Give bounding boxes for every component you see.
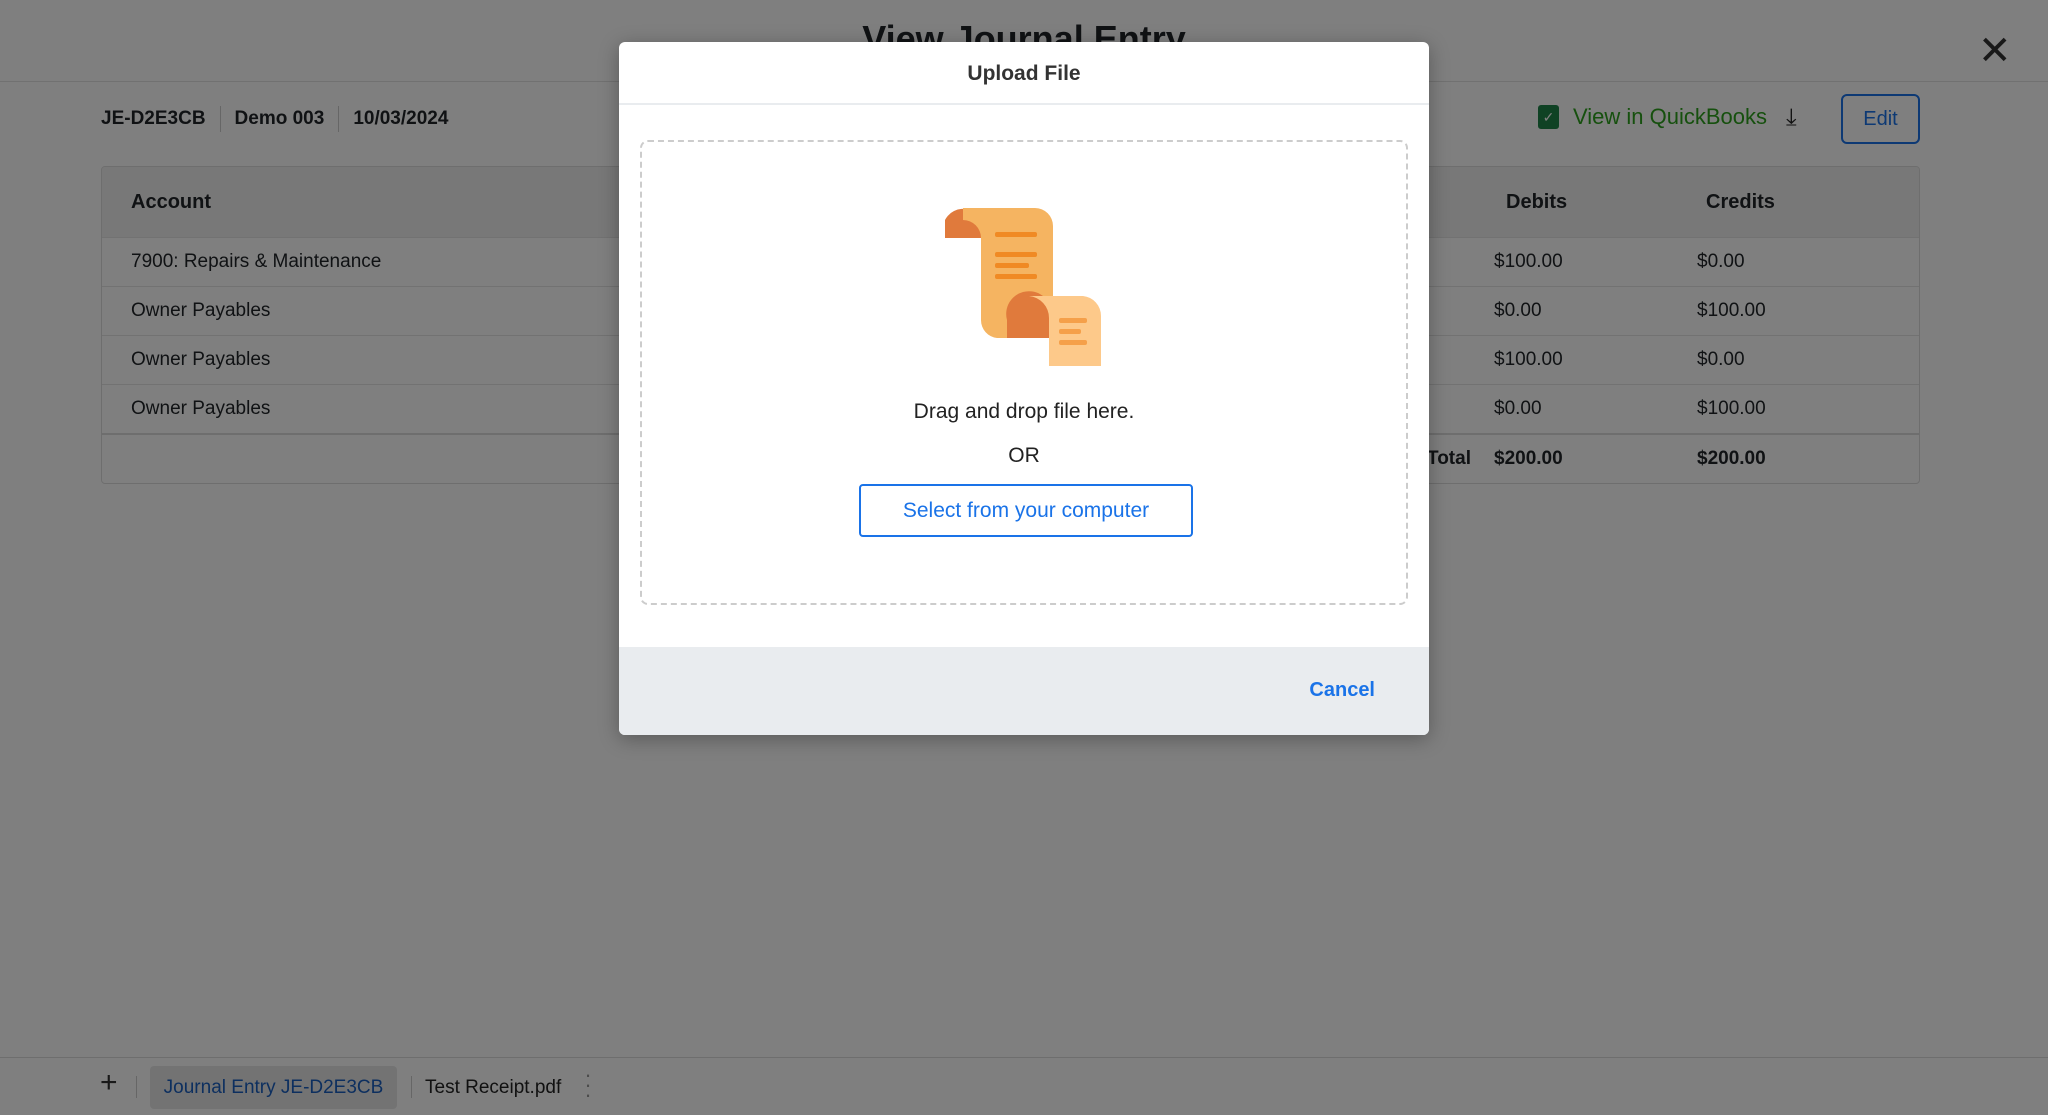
cancel-button[interactable]: Cancel <box>1309 679 1375 702</box>
modal-footer: Cancel <box>619 647 1429 735</box>
select-file-button[interactable]: Select from your computer <box>859 484 1193 537</box>
upload-file-modal: Upload File Drag and drop file here. OR … <box>619 42 1429 735</box>
file-drop-zone[interactable]: Drag and drop file here. OR Select from … <box>640 140 1408 605</box>
modal-title: Upload File <box>619 42 1429 105</box>
drop-instructions: Drag and drop file here. <box>913 400 1135 423</box>
scroll-document-icon <box>945 208 1102 366</box>
or-separator: OR <box>1008 444 1040 467</box>
